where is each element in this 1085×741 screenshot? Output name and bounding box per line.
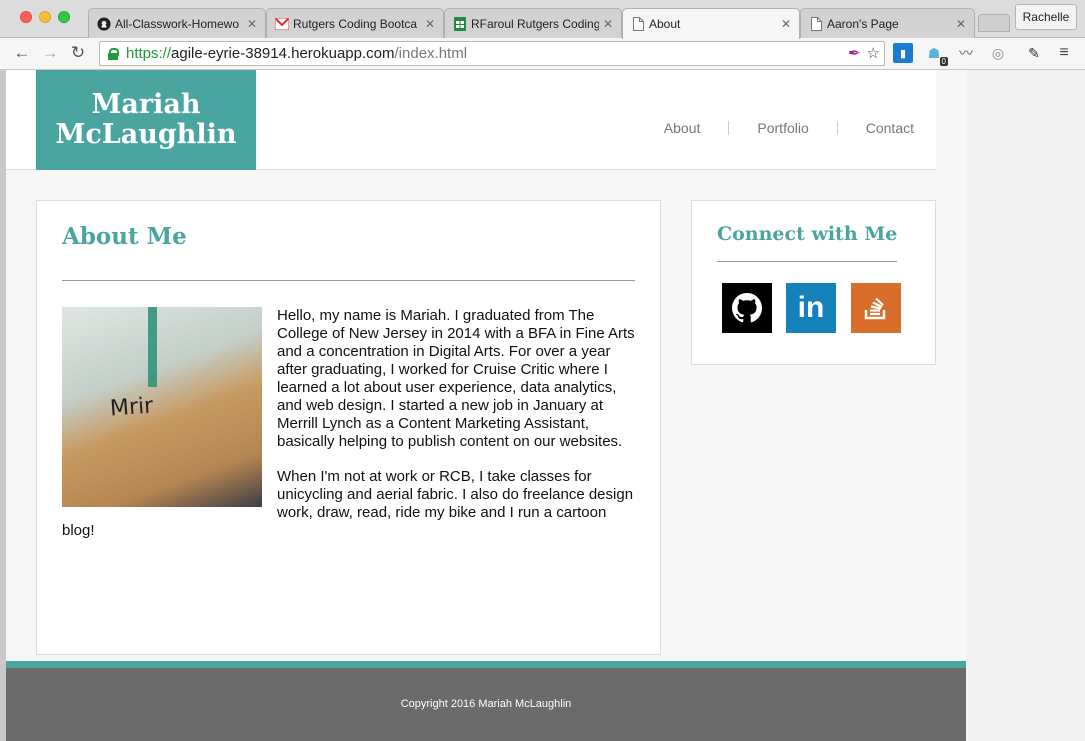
pulse-icon[interactable]: 〰 xyxy=(956,43,976,63)
logo-line2: McLaughlin xyxy=(55,119,237,150)
about-card: About Me Mrir Hello, my name is Mariah. … xyxy=(36,200,661,655)
ghostery-icon[interactable]: ☗ 0 xyxy=(924,43,948,66)
footer-copyright: Copyright 2016 Mariah McLaughlin xyxy=(400,698,572,710)
tab-close-icon[interactable]: ✕ xyxy=(603,17,613,31)
page-viewport: Mariah McLaughlin About Portfolio Contac… xyxy=(6,70,1085,741)
forward-arrow-icon[interactable]: → xyxy=(40,43,60,63)
eyedropper-icon[interactable]: ✎ xyxy=(1024,43,1044,63)
tab-label: About xyxy=(649,17,681,31)
extension-badge: 0 xyxy=(939,57,948,66)
feather-icon[interactable]: ✒ xyxy=(848,44,861,62)
tab-label: All-Classwork-Homewo xyxy=(115,16,240,31)
about-bio: Hello, my name is Mariah. I graduated fr… xyxy=(62,307,635,557)
url-scheme: https:// xyxy=(126,45,172,62)
tab-close-icon[interactable]: ✕ xyxy=(781,17,791,31)
connect-card: Connect with Me in xyxy=(691,200,936,365)
tab-label: Rutgers Coding Bootca xyxy=(293,16,418,31)
url-path: /index.html xyxy=(394,45,468,62)
nav-contact-link[interactable]: Contact xyxy=(866,120,914,136)
linkedin-link-icon[interactable]: in xyxy=(786,283,836,333)
maximize-window-button[interactable] xyxy=(58,11,70,23)
url-host: agile-eyrie-38914.herokuapp.com xyxy=(171,45,395,62)
site-nav: About Portfolio Contact xyxy=(664,120,914,136)
about-heading: About Me xyxy=(62,223,187,250)
tab-sheets[interactable]: RFaroul Rutgers Coding ✕ xyxy=(444,8,622,38)
nav-about-link[interactable]: About xyxy=(664,120,701,136)
nav-portfolio-link[interactable]: Portfolio xyxy=(757,120,808,136)
site-logo[interactable]: Mariah McLaughlin xyxy=(36,70,256,170)
page-icon xyxy=(631,17,645,31)
nav-divider xyxy=(728,121,730,135)
tab-about[interactable]: About ✕ xyxy=(622,8,800,39)
heading-divider xyxy=(62,280,635,281)
github-icon xyxy=(97,16,111,31)
connect-divider xyxy=(717,261,897,262)
reload-icon[interactable]: ↻ xyxy=(68,43,88,63)
page-side-gutter xyxy=(966,70,1085,741)
tab-label: Aaron's Page xyxy=(827,16,899,31)
site-header: Mariah McLaughlin About Portfolio Contac… xyxy=(6,70,936,170)
sheets-icon xyxy=(453,16,467,31)
address-bar[interactable]: https:// agile-eyrie-38914.herokuapp.com… xyxy=(99,41,885,66)
bookmark-star-icon[interactable]: ☆ xyxy=(867,44,880,62)
stackoverflow-link-icon[interactable] xyxy=(851,283,901,333)
tab-close-icon[interactable]: ✕ xyxy=(247,17,257,31)
tab-github[interactable]: All-Classwork-Homewo ✕ xyxy=(88,8,266,38)
connect-heading: Connect with Me xyxy=(717,223,898,245)
menu-icon[interactable]: ≡ xyxy=(1054,43,1074,63)
profile-button[interactable]: Rachelle xyxy=(1015,4,1077,30)
github-link-icon[interactable] xyxy=(722,283,772,333)
back-arrow-icon[interactable]: ← xyxy=(12,43,32,63)
minimize-window-button[interactable] xyxy=(39,11,51,23)
tab-aarons-page[interactable]: Aaron's Page ✕ xyxy=(800,8,975,38)
browser-toolbar: ← → ↻ https:// agile-eyrie-38914.herokua… xyxy=(0,38,1085,70)
tab-close-icon[interactable]: ✕ xyxy=(425,17,435,31)
extension-icon[interactable]: ▮ xyxy=(893,43,913,63)
lock-icon xyxy=(108,47,119,60)
logo-line1: Mariah xyxy=(91,89,201,120)
new-tab-button[interactable] xyxy=(978,14,1010,32)
nav-divider xyxy=(836,121,838,135)
tab-bar: All-Classwork-Homewo ✕ Rutgers Coding Bo… xyxy=(0,0,1085,39)
site-footer: Copyright 2016 Mariah McLaughlin xyxy=(6,661,966,741)
close-window-button[interactable] xyxy=(20,11,32,23)
globe-icon[interactable]: ◎ xyxy=(988,43,1008,63)
linkedin-label: in xyxy=(797,291,825,324)
page-icon xyxy=(809,16,823,31)
gmail-icon xyxy=(275,17,289,31)
tab-label: RFaroul Rutgers Coding xyxy=(471,16,599,31)
tab-gmail[interactable]: Rutgers Coding Bootca ✕ xyxy=(266,8,444,38)
tab-close-icon[interactable]: ✕ xyxy=(956,17,966,31)
